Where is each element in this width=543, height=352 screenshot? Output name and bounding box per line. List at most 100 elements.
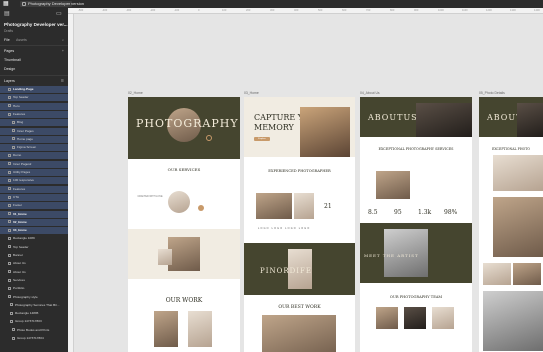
assets-tab-button[interactable]: Assets	[16, 37, 27, 43]
layer-item[interactable]: Footer	[0, 202, 68, 210]
hero-photo	[517, 103, 543, 137]
layer-item[interactable]: 02_Home	[0, 218, 68, 226]
layer-label: CTA	[13, 194, 19, 199]
layers-options-icon[interactable]: ☰	[61, 78, 64, 84]
about-photo	[376, 171, 410, 199]
page-item-thumbnail[interactable]: Thumbnail	[0, 56, 68, 64]
layer-item[interactable]: Top header	[0, 94, 68, 102]
about-photo-small	[158, 249, 172, 265]
nav-bar	[244, 97, 355, 103]
layer-label: Home page	[17, 136, 33, 141]
layer-item[interactable]: Photography Services That Bri...	[0, 302, 68, 309]
frame-icon	[8, 228, 11, 232]
layer-icon	[12, 129, 15, 133]
page-item-design[interactable]: Design	[0, 65, 68, 73]
hero-heading-line2: MEMORY	[254, 123, 294, 132]
layer-label: Footer	[13, 203, 22, 208]
feature-band: PINORDIFE	[244, 243, 355, 295]
artist-band: MEET THE ARTIST	[360, 223, 472, 283]
layer-item[interactable]: Features	[0, 110, 68, 118]
figma-menu-icon[interactable]: ▦	[3, 1, 9, 7]
layer-item[interactable]: Portfolio	[0, 285, 68, 292]
layer-item[interactable]: Top header	[0, 244, 68, 251]
frame-photo-details[interactable]: ABOUTUS EXCEPTIONAL PHOTO	[479, 97, 543, 352]
layer-label: About Us	[13, 269, 26, 274]
ruler-mark: 100	[222, 9, 227, 12]
detail-heading: EXCEPTIONAL PHOTO	[492, 147, 530, 151]
ruler-mark: 1200	[486, 9, 492, 12]
add-page-button[interactable]: +	[62, 48, 64, 54]
detail-photo-5	[483, 291, 543, 351]
frame-label[interactable]: 05_Photo Details	[479, 91, 505, 95]
layer-item[interactable]: Photography style	[0, 294, 68, 301]
ruler-mark: 800	[390, 9, 395, 12]
play-icon[interactable]	[206, 135, 212, 141]
layer-item[interactable]: 03_Home	[0, 227, 68, 235]
page-item-label: Design	[4, 67, 16, 71]
layer-label: Photo Books and Prints	[17, 327, 50, 332]
service-text: CRAFTED WITH LOVE	[137, 195, 163, 198]
hero-cta-button[interactable]: Explore	[254, 137, 270, 141]
layer-item[interactable]: About Us	[0, 269, 68, 276]
frame-home-02[interactable]: PHOTOGRAPHY OUR SERVICES CRAFTED WITH LO…	[128, 97, 240, 352]
layer-item[interactable]: Rectangle 14895	[0, 310, 68, 317]
layer-label: Demo	[13, 153, 22, 158]
layer-label: Features	[13, 111, 26, 116]
layer-item[interactable]: Group 1473717804	[0, 335, 68, 342]
layer-label: Photography Services That Bri...	[15, 302, 60, 307]
layer-item[interactable]: Landing-Page	[0, 86, 68, 93]
layer-icon	[8, 195, 11, 199]
ruler-mark: 700	[366, 9, 371, 12]
panel-toggle-icon[interactable]: ▭	[56, 11, 62, 17]
file-icon	[22, 2, 26, 6]
ruler-mark: 1400	[534, 9, 540, 12]
layer-item[interactable]: Demo	[0, 152, 68, 160]
layer-label: Inner Pages2	[13, 161, 32, 166]
design-canvas[interactable]: -500 -400 -300 -200 -100 0 100 200 300 400 500 600 7…	[68, 8, 543, 352]
layer-item[interactable]: 100 responsive	[0, 177, 68, 185]
layer-item[interactable]: Features	[0, 185, 68, 193]
layer-icon	[12, 120, 15, 124]
team-photo-3	[432, 307, 454, 329]
file-tab[interactable]: Photography Developer version ×	[20, 1, 84, 7]
search-icon[interactable]: ⌕	[62, 37, 64, 43]
layer-item[interactable]: Utility Pages	[0, 169, 68, 176]
work-heading: OUR WORK	[165, 297, 203, 304]
layer-label: 01_Home	[13, 211, 27, 216]
project-title[interactable]: Photography Developer ver...	[4, 22, 68, 27]
ruler-mark: -100	[174, 9, 180, 12]
layer-item[interactable]: Inner Pages	[0, 127, 68, 135]
layer-item[interactable]: Home page	[0, 135, 68, 143]
layer-item[interactable]: Services	[0, 277, 68, 284]
close-icon[interactable]: ×	[68, 1, 70, 7]
team-photo-1	[376, 307, 398, 329]
frame-about-us[interactable]: ABOUTUS EXCEPTIONAL PHOTOGRAPHY SERVICES…	[360, 97, 472, 352]
ruler-mark: -500	[78, 9, 84, 12]
layer-item[interactable]: Hero	[0, 102, 68, 110]
frame-home-03[interactable]: CAPTURE YOUR MEMORY Explore EXPERIENCED …	[244, 97, 355, 352]
top-bar: ▦ Photography Developer version ×	[0, 0, 543, 8]
layer-icon	[8, 95, 11, 99]
about-photo-1	[256, 193, 292, 219]
services-heading: OUR SERVICES	[167, 167, 201, 172]
frame-label[interactable]: 02_Home	[128, 91, 143, 95]
layer-icon	[8, 112, 11, 116]
layer-item[interactable]: Rectangle 1089	[0, 235, 68, 242]
layer-item[interactable]: Photo Books and Prints	[0, 327, 68, 334]
hero-heading: PHOTOGRAPHY	[136, 117, 239, 130]
layer-item[interactable]: Figma Screen	[0, 144, 68, 152]
ruler-mark: -200	[150, 9, 156, 12]
ruler-mark: -400	[102, 9, 108, 12]
layer-item[interactable]: Inner Pages2	[0, 160, 68, 168]
layer-item[interactable]: 01_Home	[0, 210, 68, 218]
layout-icon[interactable]: ▤	[4, 11, 10, 17]
frame-label[interactable]: 03_Home	[244, 91, 259, 95]
layer-item[interactable]: CTA	[0, 193, 68, 201]
layer-item[interactable]: Group 1473717803	[0, 318, 68, 325]
frame-label[interactable]: 04_About Us	[360, 91, 380, 95]
layer-item[interactable]: Banner	[0, 252, 68, 259]
layer-item[interactable]: Blog	[0, 119, 68, 127]
file-tab-button[interactable]: File	[4, 37, 10, 43]
layer-icon	[12, 137, 15, 141]
layer-item[interactable]: About Us	[0, 260, 68, 267]
